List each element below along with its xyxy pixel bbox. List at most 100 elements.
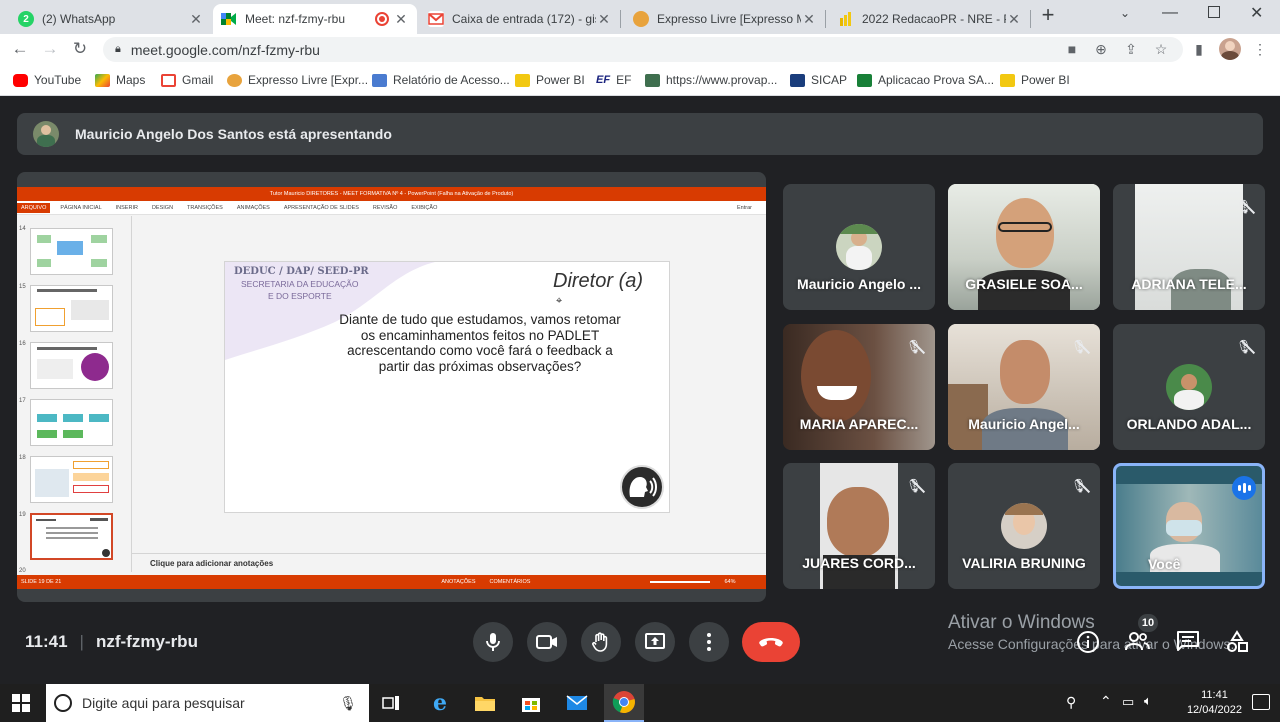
ppt-tab-arquivo[interactable]: ARQUIVO	[17, 202, 51, 213]
slide-thumbnail[interactable]	[30, 399, 113, 446]
bookmark-sicap[interactable]: SICAP	[790, 71, 847, 89]
new-tab-icon[interactable]: +	[1038, 4, 1058, 26]
slide-thumbnail[interactable]	[30, 342, 113, 389]
ppt-tab-design[interactable]: DESIGN	[152, 205, 173, 211]
screen-share-view[interactable]: Tutor Mauricio DIRETORES - MEET FORMATIV…	[17, 172, 766, 602]
edge-icon[interactable]: e	[427, 690, 453, 716]
bookmark-youtube[interactable]: YouTube	[13, 71, 81, 89]
zoom-slider[interactable]	[650, 581, 711, 583]
participant-avatar	[1166, 364, 1212, 410]
tab-gmail[interactable]: Caixa de entrada (172) - gise ✕	[420, 4, 620, 34]
slide-notes[interactable]: Clique para adicionar anotações	[132, 553, 766, 573]
people-tray-icon[interactable]: ⚲	[1066, 694, 1076, 711]
taskbar-search-box[interactable]: Digite aqui para pesquisar 🎙︎	[46, 684, 369, 722]
ppt-comments-toggle[interactable]: COMENTÁRIOS	[490, 579, 531, 585]
tray-expand-icon[interactable]: ⌃	[1100, 693, 1112, 710]
reload-icon[interactable]: ↻	[70, 39, 90, 59]
tab-whatsapp[interactable]: 2 (2) WhatsApp ✕	[10, 4, 212, 34]
chrome-taskbar-icon[interactable]	[604, 684, 644, 722]
bookmark-ef[interactable]: EF EF	[596, 71, 631, 89]
clock-date: 12/04/2022	[1186, 704, 1242, 716]
people-button[interactable]	[1125, 630, 1151, 656]
participant-tile[interactable]: GRASIELE SOA...	[948, 184, 1100, 310]
more-options-button[interactable]	[689, 622, 729, 662]
close-window-icon[interactable]: ✕	[1250, 3, 1263, 23]
minimize-icon[interactable]: —	[1162, 4, 1178, 22]
bookmark-maps[interactable]: Maps	[95, 71, 145, 89]
participant-avatar	[1001, 503, 1047, 549]
participant-tile[interactable]: Mauricio Angelo ...	[783, 184, 935, 310]
slide-thumbnail-selected[interactable]	[30, 513, 113, 560]
microphone-button[interactable]	[473, 622, 513, 662]
ppt-tab-revisao[interactable]: REVISÃO	[373, 205, 397, 211]
tab-expresso[interactable]: Expresso Livre [Expresso Mai ✕	[625, 4, 825, 34]
participant-tile[interactable]: 🎙︎ JUARES CORD...	[783, 463, 935, 589]
activities-button[interactable]	[1224, 630, 1250, 656]
slide-thumbnail[interactable]	[30, 285, 113, 332]
participant-tile[interactable]: 🎙︎ ADRIANA TELE...	[1113, 184, 1265, 310]
participant-tile[interactable]: 🎙︎ Mauricio Angel...	[948, 324, 1100, 450]
bookmark-powerbi[interactable]: Power BI	[515, 71, 585, 89]
close-tab-icon[interactable]: ✕	[801, 11, 817, 28]
side-panel-icon[interactable]: ▮	[1189, 39, 1209, 59]
meeting-code[interactable]: nzf-fzmy-rbu	[96, 632, 198, 652]
ppt-tab-exibicao[interactable]: EXIBIÇÃO	[411, 205, 437, 211]
task-view-icon[interactable]	[378, 690, 404, 716]
slide-thumbnail[interactable]	[30, 456, 113, 503]
present-screen-button[interactable]	[635, 622, 675, 662]
volume-icon[interactable]: 🔈︎	[1144, 693, 1152, 709]
meeting-details-button[interactable]	[1075, 630, 1101, 656]
ppt-tab-animacoes[interactable]: ANIMAÇÕES	[237, 205, 270, 211]
store-icon[interactable]	[518, 690, 544, 716]
bookmark-aplicacao[interactable]: Aplicacao Prova SA...	[857, 71, 994, 89]
bookmark-provap[interactable]: https://www.provap...	[645, 71, 777, 89]
taskbar-clock[interactable]: 11:41 12/04/2022	[1187, 688, 1242, 718]
current-slide[interactable]: DEDUC / DAP/ SEED-PR SECRETARIA DA EDUCA…	[224, 261, 670, 513]
raise-hand-button[interactable]	[581, 622, 621, 662]
bookmark-star-icon[interactable]: ☆	[1151, 39, 1171, 59]
bookmark-label: Gmail	[182, 73, 214, 87]
close-tab-icon[interactable]: ✕	[188, 11, 204, 28]
forward-icon[interactable]: →	[40, 39, 60, 59]
chat-button[interactable]	[1175, 630, 1201, 656]
close-tab-icon[interactable]: ✕	[393, 11, 409, 28]
zoom-icon[interactable]: ⊕	[1091, 39, 1111, 59]
address-bar[interactable]: 🔒︎ meet.google.com/nzf-fzmy-rbu	[103, 37, 1183, 62]
camera-in-use-icon[interactable]: ■	[1062, 39, 1082, 59]
tab-meet[interactable]: Meet: nzf-fzmy-rbu ✕	[213, 4, 417, 34]
bookmark-gmail[interactable]: Gmail	[161, 71, 213, 89]
tab-search-icon[interactable]: ⌄	[1120, 6, 1130, 20]
network-icon[interactable]: ▭	[1122, 694, 1134, 710]
ppt-signin[interactable]: Entrar	[737, 205, 752, 211]
camera-button[interactable]	[527, 622, 567, 662]
slide-thumbnail[interactable]	[30, 228, 113, 275]
back-icon[interactable]: ←	[10, 39, 30, 59]
ppt-tab-transicoes[interactable]: TRANSIÇÕES	[187, 205, 223, 211]
close-tab-icon[interactable]: ✕	[596, 11, 612, 28]
participant-tile[interactable]: 🎙︎ VALIRIA BRUNING	[948, 463, 1100, 589]
ppt-tab-apresentacao[interactable]: APRESENTAÇÃO DE SLIDES	[284, 205, 359, 211]
bookmark-expresso[interactable]: Expresso Livre [Expr...	[227, 71, 368, 89]
leave-call-button[interactable]	[742, 622, 800, 662]
bookmark-relatorio[interactable]: Relatório de Acesso...	[372, 71, 510, 89]
close-tab-icon[interactable]: ✕	[1006, 11, 1022, 28]
file-explorer-icon[interactable]	[472, 690, 498, 716]
ppt-notes-toggle[interactable]: ANOTAÇÕES	[441, 579, 475, 585]
restore-icon[interactable]	[1208, 6, 1220, 18]
tab-powerbi[interactable]: 2022 RedacaoPR - NRE - Pow ✕	[830, 4, 1030, 34]
chat-icon	[1177, 631, 1199, 651]
microphone-icon[interactable]: 🎙︎	[339, 695, 357, 712]
participant-tile[interactable]: 🎙︎ ORLANDO ADAL...	[1113, 324, 1265, 450]
windows-start-icon[interactable]	[12, 694, 30, 712]
participant-tile-self[interactable]: Você	[1113, 463, 1265, 589]
mail-icon[interactable]	[564, 690, 590, 716]
tab-title: Meet: nzf-fzmy-rbu	[245, 12, 346, 26]
ppt-tab-inserir[interactable]: INSERIR	[116, 205, 138, 211]
more-menu-icon[interactable]: ⋮	[1250, 39, 1270, 59]
bookmark-powerbi-2[interactable]: Power BI	[1000, 71, 1070, 89]
profile-avatar[interactable]	[1219, 38, 1241, 60]
ppt-tab-inicial[interactable]: PÁGINA INICIAL	[60, 205, 101, 211]
participant-tile[interactable]: 🎙︎ MARIA APAREC...	[783, 324, 935, 450]
share-icon[interactable]: ⇪	[1121, 39, 1141, 59]
notification-center-icon[interactable]	[1252, 694, 1270, 710]
